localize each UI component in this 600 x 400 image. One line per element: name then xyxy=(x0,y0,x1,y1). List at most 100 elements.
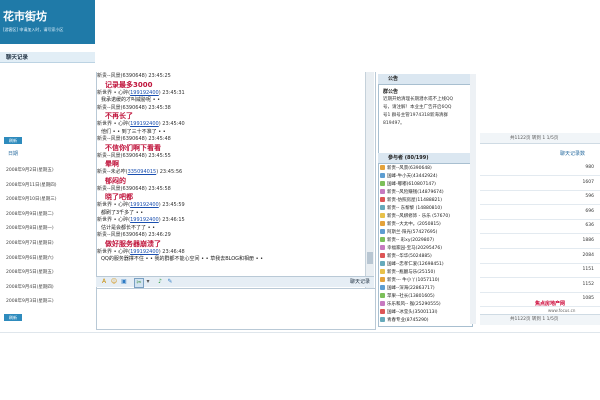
avatar-icon xyxy=(380,213,385,218)
chat-message: 都刷了3千多了 • • xyxy=(101,209,144,216)
member-item[interactable]: 幸福家园-宝马(20295476) xyxy=(380,245,442,251)
member-name: 青春专业(8745290) xyxy=(387,318,429,323)
image-icon[interactable]: ▣ xyxy=(120,278,128,286)
member-name: 新贵--瓶翻与乐(25150) xyxy=(387,270,436,275)
chat-record-header: 聊天记录 xyxy=(0,52,95,63)
member-item[interactable]: 新贵-- 彩xy(2029807) xyxy=(380,237,434,243)
member-name: 国峰--忠孝仁爱(12698451) xyxy=(387,262,444,267)
member-name: 乐乐和风-- 猴(25290555) xyxy=(387,302,441,307)
avatar-icon xyxy=(380,309,385,314)
record-count-cell: 2084 xyxy=(582,252,594,258)
avatar-icon xyxy=(380,301,385,306)
record-icon[interactable]: ✎ xyxy=(166,278,174,286)
member-item[interactable]: 新贵--华华(5024885) xyxy=(380,253,432,259)
date-row[interactable]: 2008年9月6日(星期六) xyxy=(6,255,54,261)
date-row[interactable]: 2008年9月7日(星期日) xyxy=(6,240,54,246)
pager-text-top[interactable]: 共1122页 转到 1 1/5页 xyxy=(510,135,558,141)
member-item[interactable]: 新贵--风绑修饰 - 乐乐 (57670) xyxy=(380,213,450,219)
record-count-cell: 1151 xyxy=(582,267,594,273)
user-id-link[interactable]: 335094015 xyxy=(128,169,157,175)
user-id-link[interactable]: 199192400 xyxy=(130,202,159,208)
row-divider xyxy=(480,262,600,264)
avatar-icon xyxy=(380,237,385,242)
member-name: 国峰--深海(22863717) xyxy=(387,286,435,291)
announcement-header: 公告 xyxy=(378,74,471,85)
chat-sender-line: 新贵--风景(6390648) 23:45:55 xyxy=(97,152,171,159)
member-name: 幸福家园-宝马(20295476) xyxy=(387,246,443,251)
announcement-title: 群公告 xyxy=(383,89,399,95)
member-item[interactable]: 新贵--风景(6390648) xyxy=(380,165,432,171)
record-count-cell: 596 xyxy=(585,194,594,200)
announcement-line: 号1 群号主管1974318新海清群 xyxy=(383,113,448,118)
member-item[interactable]: 国峰--深海(22863717) xyxy=(380,285,435,291)
member-name: 国峰-牛小天(43442924) xyxy=(387,174,438,179)
refresh-button-top[interactable]: 刷新 xyxy=(4,137,22,144)
member-item[interactable]: 青春专业(8745290) xyxy=(380,317,429,323)
row-divider xyxy=(480,277,600,279)
user-id-link[interactable]: 199192400 xyxy=(130,217,159,223)
member-item[interactable]: 新贵-仿照房屋(11488821) xyxy=(380,197,442,203)
record-count-cell: 1886 xyxy=(582,238,594,243)
avatar-icon xyxy=(380,197,385,202)
avatar-icon xyxy=(380,285,385,290)
chat-sender-line: 新贵--风景(6390648) 23:46:29 xyxy=(97,232,171,238)
user-id-link[interactable]: 199192400 xyxy=(130,90,159,96)
message-input[interactable] xyxy=(96,288,376,330)
site-title: 花市街坊 xyxy=(3,11,47,23)
dropdown-arrow-icon[interactable]: ▾ xyxy=(144,278,152,286)
row-divider xyxy=(480,248,600,249)
member-item[interactable]: 新贵--- 牛小丫(1057110) xyxy=(380,277,439,283)
pager-text-bottom[interactable]: 共1122页 转到 1 1/5页 xyxy=(510,316,558,322)
scroll-thumb[interactable] xyxy=(367,252,373,264)
member-item[interactable]: 国峰-嘟嘟(610807147) xyxy=(380,181,436,187)
member-name: 阿斯兰·阳光(57427695) xyxy=(387,230,438,235)
member-name: 新贵--风景(6390648) xyxy=(387,166,432,171)
record-count-cell: 1152 xyxy=(582,281,594,287)
date-row[interactable]: 2008年9月2日(星期五) xyxy=(6,167,54,173)
chat-record-title: 聊天记录 xyxy=(6,55,29,61)
date-row[interactable]: 2008年9月11日(星期四) xyxy=(6,182,57,188)
member-scrollbar[interactable] xyxy=(470,74,476,324)
date-row[interactable]: 2008年9月9日(星期二) xyxy=(6,211,54,217)
date-row[interactable]: 2008年9月4日(星期四) xyxy=(6,284,54,290)
row-divider xyxy=(480,189,600,191)
member-item[interactable]: 国峰--冰莹头(3500113l) xyxy=(380,309,438,315)
user-id-link[interactable]: 199192400 xyxy=(130,249,159,255)
member-item[interactable]: 乐乐和风-- 猴(25290555) xyxy=(380,301,441,307)
date-row[interactable]: 2008年9月3日(星期三) xyxy=(6,298,54,304)
member-item[interactable]: 新贵--瓶翻与乐(25150) xyxy=(380,269,435,275)
member-panel-title: 参与者 (80/199) xyxy=(388,155,429,161)
member-item[interactable]: 国峰-牛小天(43442924) xyxy=(380,173,438,179)
date-row[interactable]: 2008年9月8日(星期一) xyxy=(6,225,54,231)
row-divider xyxy=(480,204,600,206)
member-name: 新贵--风绑修饰 - 乐乐 (57670) xyxy=(387,214,450,219)
refresh-button-bottom[interactable]: 刷新 xyxy=(4,314,22,321)
chat-message: QQ的服务器撑不住 • • 我的群都不能心空间 • • 草我去BLOG和相册 •… xyxy=(101,256,264,262)
member-item[interactable]: 新贵--风险赚钱(14879674) xyxy=(380,189,444,195)
member-item[interactable]: 新贵-- 东黎黎 (14880810) xyxy=(380,205,442,211)
member-name: 新贵-- 彩xy(2029807) xyxy=(387,238,435,243)
date-row[interactable]: 2008年9月5日(星期五) xyxy=(6,269,54,275)
chat-sender-line: 新世界 • 心碎(199192400) 23:46:15 xyxy=(97,217,185,223)
chat-record-link[interactable]: 聊天记录 xyxy=(350,278,370,285)
member-item[interactable]: 国峰--忠孝仁爱(12698451) xyxy=(380,261,444,267)
emoji-icon[interactable]: ☺ xyxy=(110,278,118,286)
music-icon[interactable]: ♪ xyxy=(156,278,164,286)
row-divider xyxy=(480,218,600,220)
user-id-link[interactable]: 199192400 xyxy=(130,121,159,127)
screenshot-icon[interactable]: ✂ xyxy=(134,278,144,288)
date-row[interactable]: 2008年9月10日(星期三) xyxy=(6,196,57,202)
member-name: 新贵--华华(5024885) xyxy=(387,254,432,259)
chat-sender-line: 新贵--风景(6390648) 23:45:48 xyxy=(97,136,171,142)
chat-message-area[interactable]: 新贵--风景(6390648) 23:45:25 记录最多3000 新世界 • 心碎… xyxy=(96,72,376,290)
member-name: 新贵-仿照房屋(11488821) xyxy=(387,198,443,203)
member-name: 新贵-- 东黎黎 (14880810) xyxy=(387,206,443,211)
row-divider xyxy=(480,233,600,235)
member-item[interactable]: 新贵--大太中。(2050815) xyxy=(380,221,441,227)
avatar-icon xyxy=(380,165,385,170)
chat-scrollbar[interactable] xyxy=(365,72,374,292)
avatar-icon xyxy=(380,261,385,266)
font-icon[interactable]: A xyxy=(100,278,108,286)
member-item[interactable]: 苹果--社长(13801605) xyxy=(380,293,435,299)
member-item[interactable]: 阿斯兰·阳光(57427695) xyxy=(380,229,437,235)
